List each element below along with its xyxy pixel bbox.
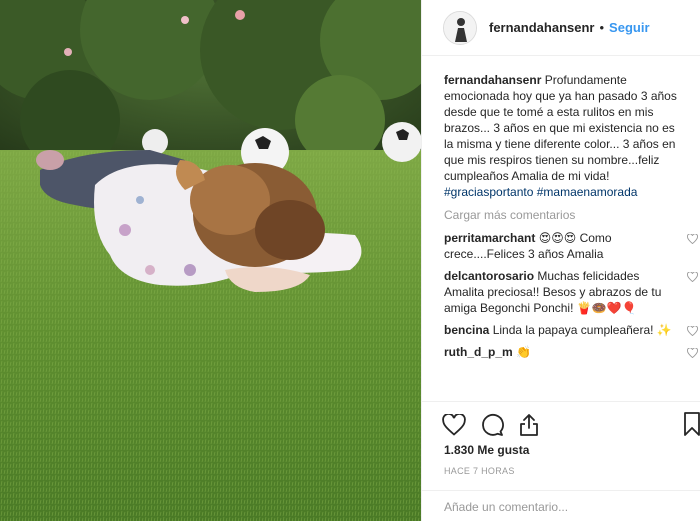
heart-small-icon[interactable] <box>687 348 698 358</box>
avatar-image <box>444 11 476 44</box>
post-details-panel: fernandahansenr • Seguir fernandahansenr… <box>421 0 700 521</box>
username-link[interactable]: fernandahansenr <box>489 20 594 35</box>
comment-author[interactable]: delcantorosario <box>444 269 534 283</box>
action-icons <box>442 412 554 438</box>
comment-author[interactable]: ruth_d_p_m <box>444 345 513 359</box>
comment-item: perritamarchant 😍😍😍 Como crece....Felice… <box>444 230 698 262</box>
comment-item: delcantorosario Muchas felicidades Amali… <box>444 268 698 316</box>
comment-item: ruth_d_p_m 👏 <box>444 344 698 360</box>
separator-dot: • <box>599 20 605 35</box>
bookmark-icon[interactable] <box>683 412 700 441</box>
heart-small-icon[interactable] <box>687 234 698 244</box>
heart-icon[interactable] <box>442 414 466 436</box>
comment-input[interactable] <box>444 500 684 514</box>
heart-small-icon[interactable] <box>687 326 698 336</box>
photo-illustration <box>0 0 421 521</box>
comment-text: 👏 <box>516 345 531 359</box>
post-timestamp[interactable]: HACE 7 HORAS <box>444 466 515 476</box>
follow-button[interactable]: Seguir <box>609 20 649 35</box>
comment-bubble-icon[interactable] <box>480 413 504 437</box>
comments-list[interactable]: fernandahansenr Profundamente emocionada… <box>422 56 700 401</box>
add-comment-bar <box>422 490 700 521</box>
likes-count[interactable]: 1.830 Me gusta <box>444 443 529 457</box>
avatar[interactable] <box>443 10 477 45</box>
caption-hashtags[interactable]: #graciasportanto #mamaenamorada <box>444 185 637 199</box>
share-icon[interactable] <box>518 413 540 437</box>
comment-text: Linda la papaya cumpleañera! ✨ <box>492 323 672 337</box>
post-header: fernandahansenr • Seguir <box>422 0 700 56</box>
heart-small-icon[interactable] <box>687 272 698 282</box>
caption-text: Profundamente emocionada hoy que ya han … <box>444 73 677 183</box>
comment-item: bencina Linda la papaya cumpleañera! ✨ <box>444 322 698 338</box>
caption: fernandahansenr Profundamente emocionada… <box>444 72 682 200</box>
post-photo[interactable] <box>0 0 421 521</box>
comment-author[interactable]: perritamarchant <box>444 231 535 245</box>
comment-author[interactable]: bencina <box>444 323 489 337</box>
load-more-comments-button[interactable]: Cargar más comentarios <box>444 208 687 222</box>
caption-author[interactable]: fernandahansenr <box>444 73 541 87</box>
post-actions: 1.830 Me gusta HACE 7 HORAS <box>422 401 700 521</box>
